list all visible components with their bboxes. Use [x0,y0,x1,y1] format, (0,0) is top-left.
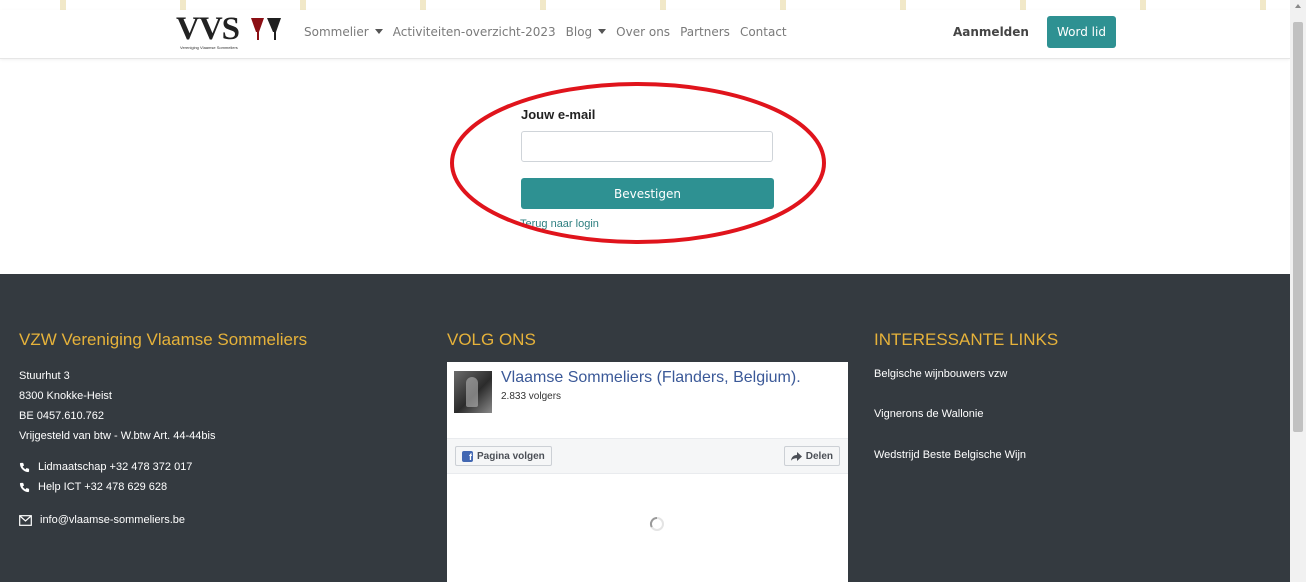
logo-text: VVS [176,11,240,47]
footer-social-title: VOLG ONS [447,330,536,349]
facebook-page-photo[interactable] [454,371,492,413]
phone-membership-text: Lidmaatschap +32 478 372 017 [38,461,193,473]
phone-help-ict[interactable]: Help ICT +32 478 629 628 [19,481,167,493]
confirm-button[interactable]: Bevestigen [521,178,774,209]
phone-help-ict-text: Help ICT +32 478 629 628 [38,481,168,493]
nav-item-label: Contact [739,25,787,39]
address-line: 8300 Knokke-Heist [19,390,112,402]
nav-item-label: Over ons [616,25,671,39]
wine-glasses-logo-icon [251,18,281,40]
address-line: Vrijgesteld van btw - W.btw Art. 44-44bi… [19,430,216,442]
email-input[interactable] [521,131,773,162]
nav-item-partners[interactable]: Partners [680,25,730,39]
nav-item-label: Blog [565,25,593,39]
address-line: Stuurhut 3 [19,370,70,382]
footer: VZW Vereniging Vlaamse Sommeliers Stuurh… [0,274,1290,582]
follow-page-button[interactable]: f Pagina volgen [455,446,552,466]
link-wedstrijd-beste-belgische-wijn[interactable]: Wedstrijd Beste Belgische Wijn [874,449,1026,461]
scrollbar[interactable] [1290,0,1306,582]
site-logo[interactable]: VVS Vereniging Vlaamse Sommeliers [176,11,284,54]
loading-spinner-icon [650,517,664,531]
main-menu: Sommelier Activiteiten-overzicht-2023 Bl… [304,25,797,39]
back-to-login-link[interactable]: Terug naar login [520,218,599,230]
nav-item-activiteiten[interactable]: Activiteiten-overzicht-2023 [393,25,556,39]
caret-down-icon [374,29,383,34]
nav-item-label: Partners [680,25,730,39]
email-label: Jouw e-mail [521,107,596,122]
red-annotation-ellipse [450,82,826,244]
login-link[interactable]: Aanmelden [953,25,1029,39]
nav-item-over-ons[interactable]: Over ons [616,25,670,39]
facebook-page-widget: Vlaamse Sommeliers (Flanders, Belgium). … [447,362,848,582]
link-belgische-wijnbouwers[interactable]: Belgische wijnbouwers vzw [874,368,1007,380]
share-label: Delen [805,450,833,462]
top-decorative-strip [0,0,1290,10]
facebook-followers: 2.833 volgers [501,391,562,402]
facebook-page-name[interactable]: Vlaamse Sommeliers (Flanders, Belgium). [501,369,801,387]
footer-links-title: INTERESSANTE LINKS [874,330,1059,349]
address-line: BE 0457.610.762 [19,410,105,422]
footer-about-title: VZW Vereniging Vlaamse Sommeliers [19,330,308,349]
facebook-action-bar: f Pagina volgen Delen [447,438,848,474]
logo-subtitle: Vereniging Vlaamse Sommeliers [180,45,238,50]
follow-page-label: Pagina volgen [477,450,545,462]
envelope-icon [19,514,32,526]
share-button[interactable]: Delen [783,446,840,466]
facebook-icon: f [462,450,473,462]
phone-icon [19,462,30,472]
email-link[interactable]: info@vlaamse-sommeliers.be [19,514,185,526]
scrollbar-thumb[interactable] [1293,22,1303,432]
nav-item-label: Sommelier [304,25,369,39]
nav-item-label: Activiteiten-overzicht-2023 [392,25,556,39]
share-icon [790,451,802,461]
phone-membership[interactable]: Lidmaatschap +32 478 372 017 [19,461,192,473]
nav-item-contact[interactable]: Contact [740,25,787,39]
nav-item-sommelier[interactable]: Sommelier [304,25,383,39]
caret-down-icon [598,29,607,34]
email-text: info@vlaamse-sommeliers.be [40,514,186,526]
nav-item-blog[interactable]: Blog [566,25,607,39]
join-button[interactable]: Word lid [1047,16,1116,48]
navbar: VVS Vereniging Vlaamse Sommeliers Sommel… [0,10,1290,59]
scroll-up-arrow-icon[interactable] [1295,4,1301,8]
phone-icon [19,482,30,492]
link-vignerons-de-wallonie[interactable]: Vignerons de Wallonie [874,408,983,420]
footer-address: Stuurhut 3 8300 Knokke-Heist BE 0457.610… [19,366,215,446]
